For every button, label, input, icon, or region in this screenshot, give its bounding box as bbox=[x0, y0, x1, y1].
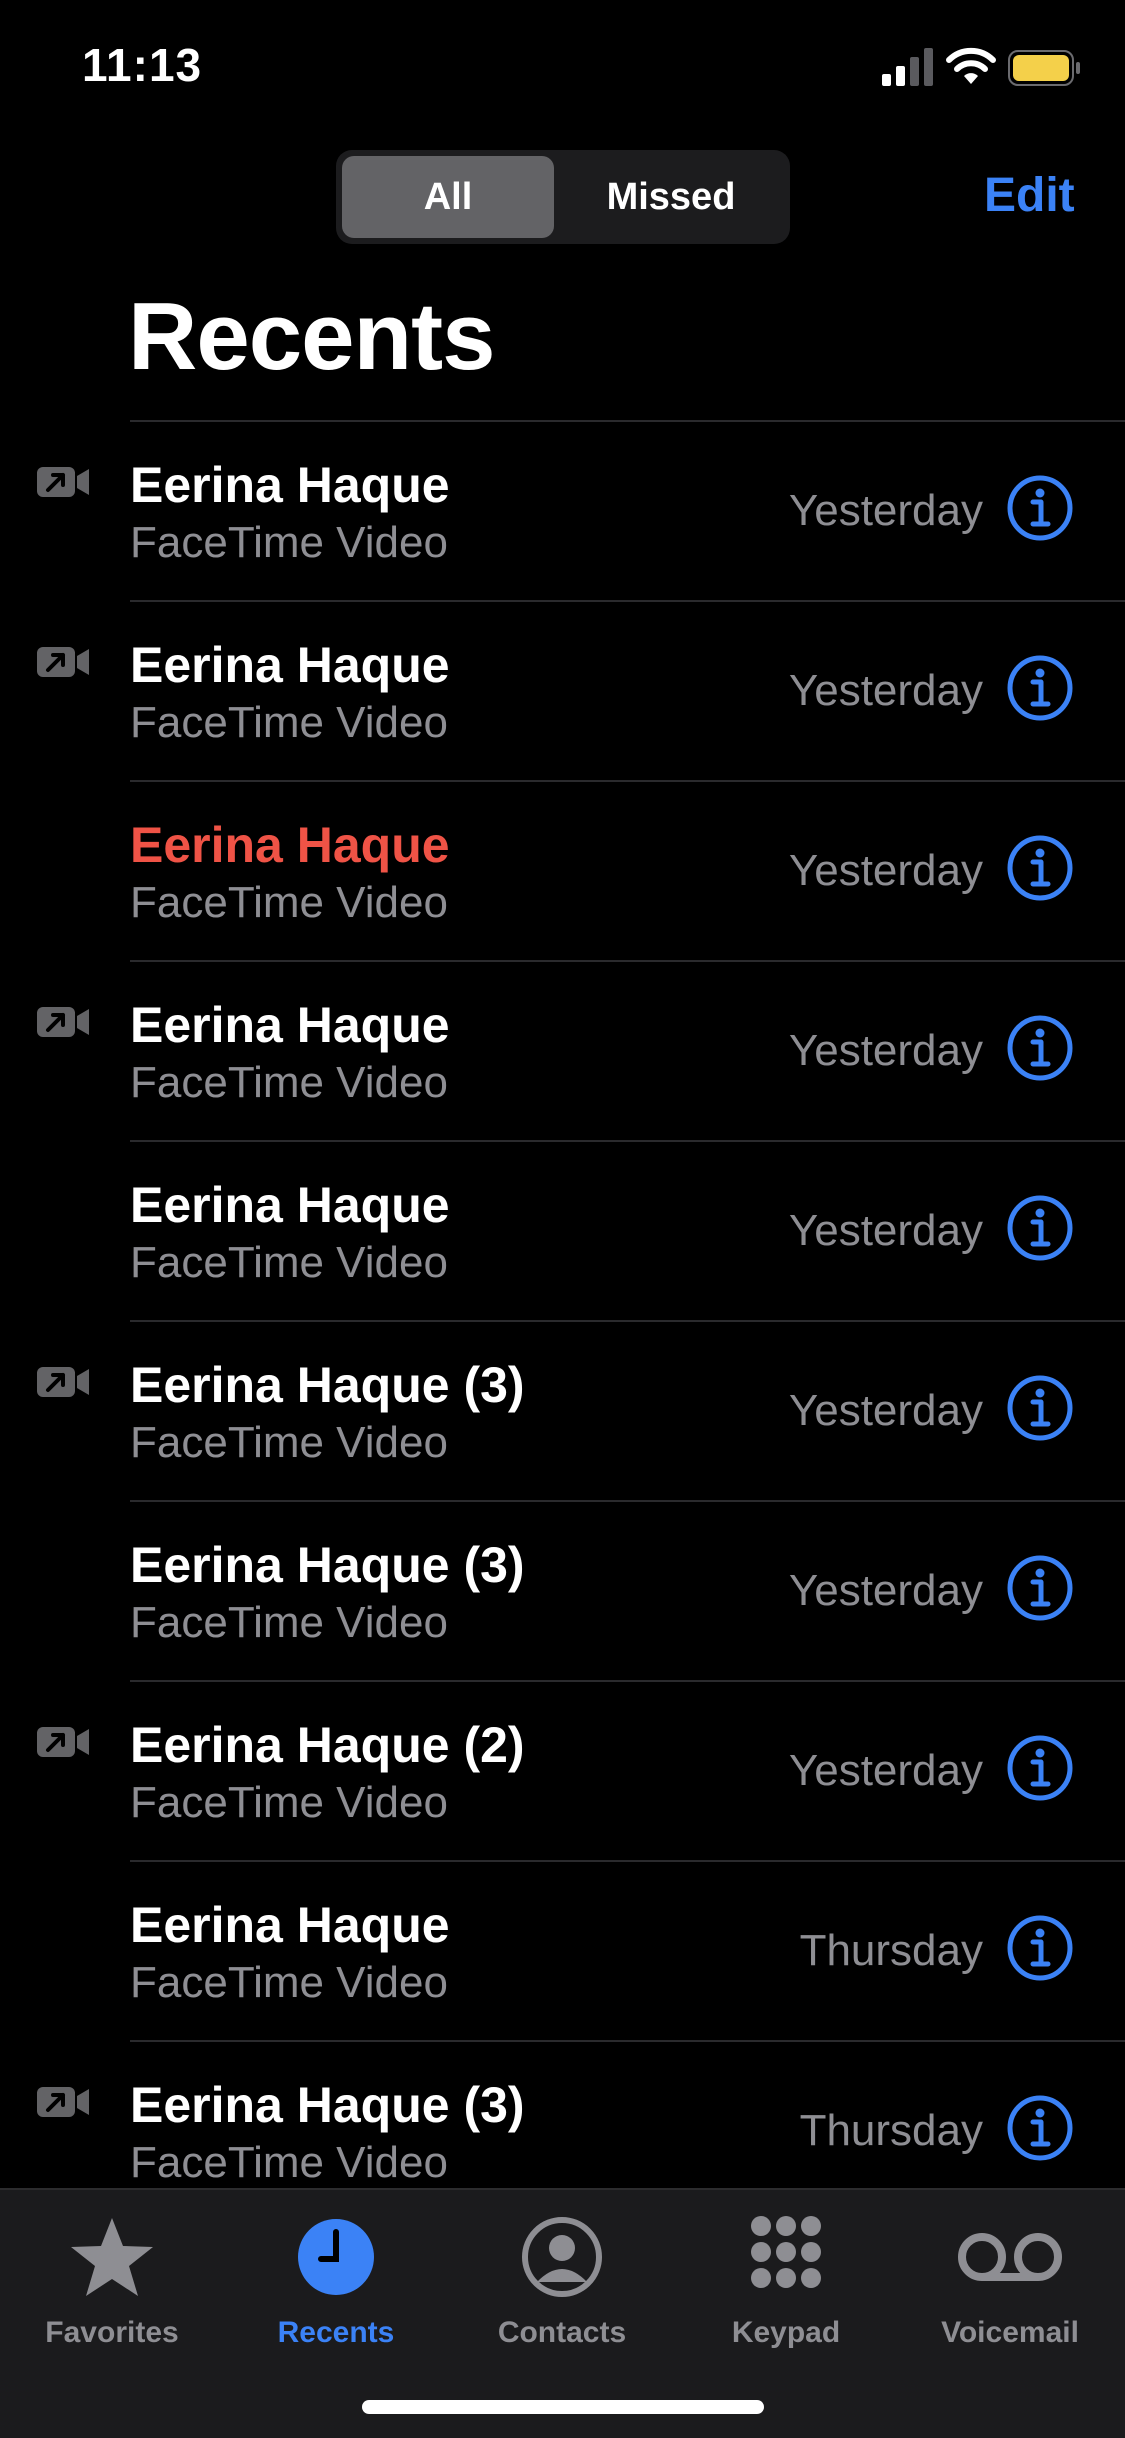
call-row[interactable]: Eerina Haque FaceTime Video Yesterday bbox=[0, 780, 1125, 960]
outgoing-video-call-icon bbox=[37, 1727, 89, 1757]
tab-voicemail[interactable]: Voicemail bbox=[910, 2204, 1110, 2354]
call-type: FaceTime Video bbox=[130, 1418, 448, 1467]
caller-name: Eerina Haque (3) bbox=[130, 1357, 525, 1413]
call-date: Thursday bbox=[799, 2106, 983, 2155]
outgoing-video-call-icon bbox=[37, 467, 89, 497]
caller-name: Eerina Haque bbox=[130, 1177, 450, 1233]
call-date: Yesterday bbox=[788, 1206, 983, 1255]
call-type: FaceTime Video bbox=[130, 1598, 448, 1647]
call-type: FaceTime Video bbox=[130, 1058, 448, 1107]
page-title: Recents bbox=[128, 283, 495, 390]
tab-label: Voicemail bbox=[941, 2316, 1079, 2349]
outgoing-video-call-icon bbox=[37, 647, 89, 677]
call-type: FaceTime Video bbox=[130, 1238, 448, 1287]
call-type: FaceTime Video bbox=[130, 1778, 448, 1827]
status-bar: 11:13 bbox=[0, 0, 1125, 140]
segment-all[interactable]: All bbox=[342, 156, 554, 238]
row-separator bbox=[130, 1500, 1125, 1502]
filter-segmented-control: All Missed bbox=[336, 150, 790, 244]
edit-button[interactable]: Edit bbox=[984, 168, 1075, 223]
call-row[interactable]: Eerina Haque FaceTime Video Yesterday bbox=[0, 420, 1125, 600]
call-type: FaceTime Video bbox=[130, 1958, 448, 2007]
battery-icon bbox=[1008, 50, 1080, 86]
call-date: Yesterday bbox=[788, 846, 983, 895]
info-icon[interactable] bbox=[1006, 1374, 1074, 1442]
info-icon[interactable] bbox=[1006, 1734, 1074, 1802]
call-date: Yesterday bbox=[788, 486, 983, 535]
wifi-icon bbox=[946, 47, 996, 84]
caller-name: Eerina Haque (3) bbox=[130, 2077, 525, 2133]
row-separator bbox=[130, 600, 1125, 602]
call-row[interactable]: Eerina Haque FaceTime Video Yesterday bbox=[0, 960, 1125, 1140]
info-icon[interactable] bbox=[1006, 1194, 1074, 1262]
caller-name: Eerina Haque bbox=[130, 997, 450, 1053]
call-date: Yesterday bbox=[788, 1026, 983, 1075]
voicemail-icon bbox=[958, 2233, 1062, 2281]
home-indicator[interactable] bbox=[362, 2400, 764, 2414]
call-date: Yesterday bbox=[788, 1746, 983, 1795]
call-date: Thursday bbox=[799, 1926, 983, 1975]
info-icon[interactable] bbox=[1006, 834, 1074, 902]
person-circle-icon bbox=[522, 2217, 602, 2297]
recents-list: Eerina Haque FaceTime Video Yesterday Eerin… bbox=[0, 420, 1125, 2188]
tab-favorites[interactable]: Favorites bbox=[12, 2204, 212, 2354]
call-type: FaceTime Video bbox=[130, 878, 448, 927]
info-icon[interactable] bbox=[1006, 474, 1074, 542]
caller-name: Eerina Haque bbox=[130, 457, 450, 513]
tab-contacts[interactable]: Contacts bbox=[462, 2204, 662, 2354]
tab-label: Favorites bbox=[45, 2316, 179, 2349]
call-date: Yesterday bbox=[788, 666, 983, 715]
outgoing-video-call-icon bbox=[37, 1367, 89, 1397]
call-row[interactable]: Eerina Haque (3) FaceTime Video Yesterday bbox=[0, 1320, 1125, 1500]
cellular-signal-icon bbox=[882, 48, 933, 86]
call-row[interactable]: Eerina Haque (2) FaceTime Video Yesterday bbox=[0, 1680, 1125, 1860]
call-row[interactable]: Eerina Haque (3) FaceTime Video Yesterday bbox=[0, 1500, 1125, 1680]
row-separator bbox=[130, 1140, 1125, 1142]
caller-name: Eerina Haque bbox=[130, 1897, 450, 1953]
info-icon[interactable] bbox=[1006, 2094, 1074, 2162]
row-separator bbox=[130, 780, 1125, 782]
call-type: FaceTime Video bbox=[130, 698, 448, 747]
tab-label: Contacts bbox=[497, 2316, 627, 2349]
call-row[interactable]: Eerina Haque FaceTime Video Yesterday bbox=[0, 600, 1125, 780]
info-icon[interactable] bbox=[1006, 1914, 1074, 1982]
keypad-icon bbox=[751, 2216, 821, 2288]
call-row[interactable]: Eerina Haque FaceTime Video Yesterday bbox=[0, 1140, 1125, 1320]
call-row[interactable]: Eerina Haque FaceTime Video Thursday bbox=[0, 1860, 1125, 2040]
caller-name: Eerina Haque bbox=[130, 817, 450, 873]
tab-keypad[interactable]: Keypad bbox=[686, 2204, 886, 2354]
info-icon[interactable] bbox=[1006, 654, 1074, 722]
tab-recents[interactable]: Recents bbox=[236, 2204, 436, 2354]
star-icon bbox=[71, 2218, 153, 2296]
call-row[interactable]: Eerina Haque (3) FaceTime Video Thursday bbox=[0, 2040, 1125, 2188]
outgoing-video-call-icon bbox=[37, 2087, 89, 2117]
tab-label: Keypad bbox=[731, 2316, 841, 2349]
outgoing-video-call-icon bbox=[37, 1007, 89, 1037]
row-separator bbox=[130, 1860, 1125, 1862]
call-date: Yesterday bbox=[788, 1566, 983, 1615]
call-type: FaceTime Video bbox=[130, 2138, 448, 2187]
info-icon[interactable] bbox=[1006, 1014, 1074, 1082]
tab-label: Recents bbox=[277, 2316, 395, 2349]
row-separator bbox=[130, 1680, 1125, 1682]
caller-name: Eerina Haque bbox=[130, 637, 450, 693]
segment-missed[interactable]: Missed bbox=[558, 156, 784, 238]
row-separator bbox=[130, 960, 1125, 962]
call-date: Yesterday bbox=[788, 1386, 983, 1435]
row-separator bbox=[130, 420, 1125, 422]
caller-name: Eerina Haque (3) bbox=[130, 1537, 525, 1593]
row-separator bbox=[130, 2040, 1125, 2042]
tab-bar: Favorites Recents Contacts Keypad Voicem… bbox=[0, 2188, 1125, 2438]
call-type: FaceTime Video bbox=[130, 518, 448, 567]
info-icon[interactable] bbox=[1006, 1554, 1074, 1622]
row-separator bbox=[130, 1320, 1125, 1322]
clock-icon bbox=[298, 2219, 374, 2295]
status-time: 11:13 bbox=[82, 39, 203, 91]
caller-name: Eerina Haque (2) bbox=[130, 1717, 525, 1773]
